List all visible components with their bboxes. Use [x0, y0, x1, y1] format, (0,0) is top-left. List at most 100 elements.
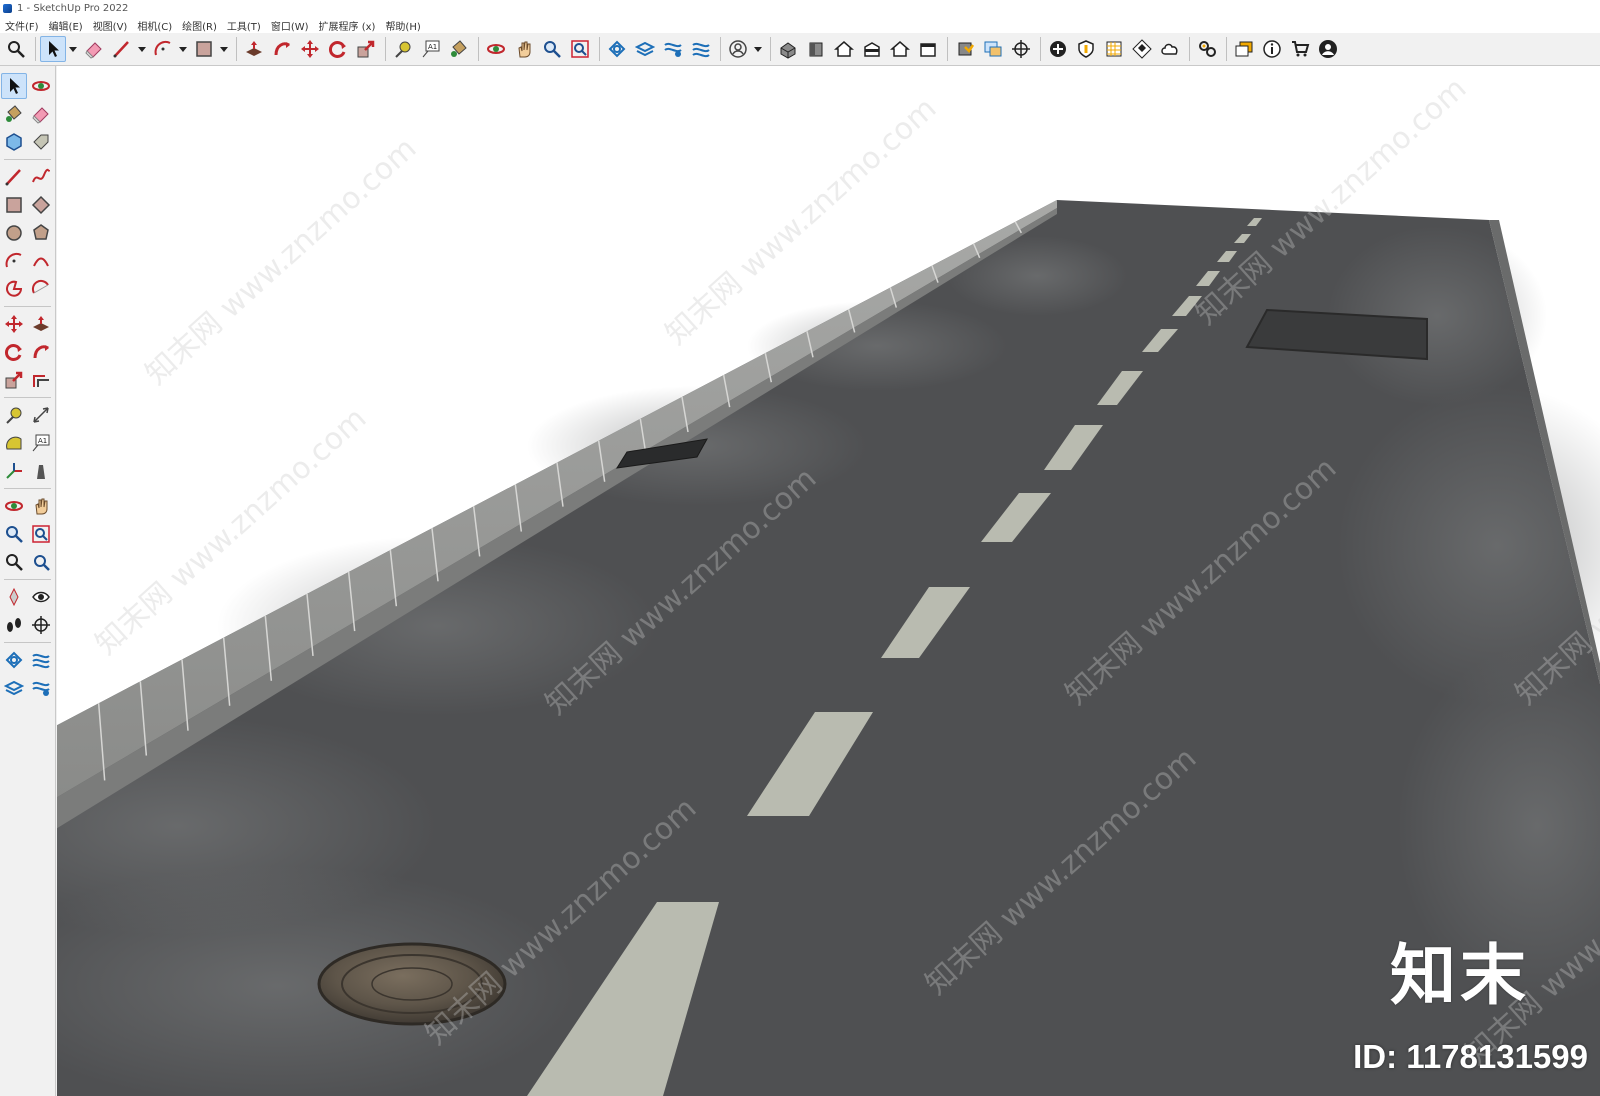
toolbar-select-button[interactable] [40, 36, 66, 62]
toolbar-text-button[interactable]: A1 [418, 36, 444, 62]
toolbar-right-view-button[interactable] [859, 36, 885, 62]
left-protractor-button[interactable] [1, 430, 27, 456]
left-select-button[interactable] [1, 73, 27, 99]
left-sandbox-scratch-button[interactable] [28, 647, 54, 673]
left-orbit-button[interactable] [1, 493, 27, 519]
left-offset-button[interactable] [28, 367, 54, 393]
toolbar-add-location-button[interactable] [1045, 36, 1071, 62]
left-arc-button[interactable] [1, 248, 27, 274]
toolbar-paint-bucket-button[interactable] [446, 36, 472, 62]
toolbar-scale-button[interactable] [353, 36, 379, 62]
left-follow-me-button[interactable] [28, 339, 54, 365]
toolbar-rectangle-button[interactable] [191, 36, 217, 62]
left-rectangle-button[interactable] [1, 192, 27, 218]
left-two-point-arc-button[interactable] [28, 248, 54, 274]
toolbar-orbit-button[interactable] [483, 36, 509, 62]
menu-help[interactable]: 帮助(H) [380, 18, 425, 33]
menu-file[interactable]: 文件(F) [0, 18, 44, 33]
toolbar-zoom-window-button[interactable] [567, 36, 593, 62]
menu-view[interactable]: 视图(V) [88, 18, 133, 33]
menu-edit[interactable]: 编辑(E) [44, 18, 88, 33]
left-zoom-button[interactable] [1, 521, 27, 547]
toolbar-push-pull-button[interactable] [241, 36, 267, 62]
toolbar-dropdown-arrow[interactable] [68, 36, 78, 62]
toolbar-3d-warehouse-button[interactable] [1101, 36, 1127, 62]
toolbar-cloud-button[interactable] [1157, 36, 1183, 62]
toolbar-rotate-button[interactable] [325, 36, 351, 62]
menu-extensions[interactable]: 扩展程序 (x) [314, 18, 381, 33]
toolbar-follow-me-button[interactable] [269, 36, 295, 62]
toolbar-zoom-extents-button[interactable] [3, 36, 29, 62]
toolbar-layers-button[interactable] [1231, 36, 1257, 62]
left-look-around-button[interactable] [28, 584, 54, 610]
left-paint-bucket-button[interactable] [1, 101, 27, 127]
menu-tools[interactable]: 工具(T) [222, 18, 266, 33]
toolbar-outer-shell-button[interactable] [980, 36, 1006, 62]
toolbar-back-view-button[interactable] [887, 36, 913, 62]
toolbar-dropdown-arrow[interactable] [219, 36, 229, 62]
left-walk-button[interactable] [1, 612, 27, 638]
toolbar-shield-button[interactable] [1073, 36, 1099, 62]
left-sandbox-contours-button[interactable] [1, 647, 27, 673]
toolbar-arc-button[interactable] [150, 36, 176, 62]
toolbar-move-button[interactable] [297, 36, 323, 62]
left-text-button[interactable]: A1 [28, 430, 54, 456]
left-push-pull-button[interactable] [28, 311, 54, 337]
left-dimension-button[interactable] [28, 402, 54, 428]
road-scene[interactable]: 知末网 www.znzmo.com 知末网 www.znzmo.com 知末网 ww… [57, 66, 1600, 1096]
toolbar-left-view-button[interactable] [915, 36, 941, 62]
toolbar-profile-button[interactable] [1315, 36, 1341, 62]
menu-draw[interactable]: 绘图(R) [177, 18, 222, 33]
toolbar-solid-tools-button[interactable] [952, 36, 978, 62]
left-pan-button[interactable] [28, 493, 54, 519]
left-position-camera-button[interactable] [1, 584, 27, 610]
left-three-point-arc-button[interactable] [28, 276, 54, 302]
toolbar-smoove-button[interactable] [632, 36, 658, 62]
left-zoom-window-button[interactable] [28, 521, 54, 547]
toolbar-sandbox-button[interactable] [604, 36, 630, 62]
left-move-button[interactable] [1, 311, 27, 337]
left-axes-button[interactable] [1, 458, 27, 484]
left-tag-button[interactable] [28, 129, 54, 155]
toolbar-dropdown-arrow[interactable] [137, 36, 147, 62]
toolbar-flip-edge-button[interactable] [688, 36, 714, 62]
toolbar-front-view-button[interactable] [803, 36, 829, 62]
left-tape-measure-button[interactable] [1, 402, 27, 428]
toolbar-info-button[interactable] [1259, 36, 1285, 62]
left-zoom-extents-button[interactable] [1, 549, 27, 575]
left-pie-button[interactable] [1, 276, 27, 302]
toolbar-stamp-button[interactable] [660, 36, 686, 62]
menu-camera[interactable]: 相机(C) [132, 18, 177, 33]
toolbar-eraser-button[interactable] [81, 36, 107, 62]
left-freehand-button[interactable] [28, 164, 54, 190]
left-orbit-button[interactable] [28, 73, 54, 99]
toolbar-dropdown-arrow[interactable] [178, 36, 188, 62]
toolbar-checker-button[interactable] [1129, 36, 1155, 62]
toolbar-top-view-button[interactable] [831, 36, 857, 62]
left-circle-button[interactable] [1, 220, 27, 246]
toolbar-extension-manager-button[interactable] [1194, 36, 1220, 62]
left-previous-view-button[interactable] [28, 549, 54, 575]
left-rotate-button[interactable] [1, 339, 27, 365]
left-scale-button[interactable] [1, 367, 27, 393]
left-eraser-button[interactable] [28, 101, 54, 127]
left-rotated-rect-button[interactable] [28, 192, 54, 218]
toolbar-cart-button[interactable] [1287, 36, 1313, 62]
model-viewport[interactable]: 知末网 www.znzmo.com 知末网 www.znzmo.com 知末网 ww… [57, 66, 1600, 1096]
left-polygon-button[interactable] [28, 220, 54, 246]
toolbar-zoom-button[interactable] [539, 36, 565, 62]
left-line-button[interactable] [1, 164, 27, 190]
toolbar-pan-button[interactable] [511, 36, 537, 62]
toolbar-dropdown-arrow[interactable] [753, 36, 763, 62]
toolbar-line-button[interactable] [109, 36, 135, 62]
left-3d-text-button[interactable] [28, 458, 54, 484]
left-component-button[interactable] [1, 129, 27, 155]
toolbar-tape-measure-button[interactable] [390, 36, 416, 62]
left-stamp-button[interactable] [28, 675, 54, 701]
toolbar-iso-view-button[interactable] [775, 36, 801, 62]
left-smoove-button[interactable] [1, 675, 27, 701]
toolbar-section-plane-button[interactable] [1008, 36, 1034, 62]
menu-window[interactable]: 窗口(W) [266, 18, 314, 33]
toolbar-account-button[interactable] [725, 36, 751, 62]
left-section-plane-button[interactable] [28, 612, 54, 638]
